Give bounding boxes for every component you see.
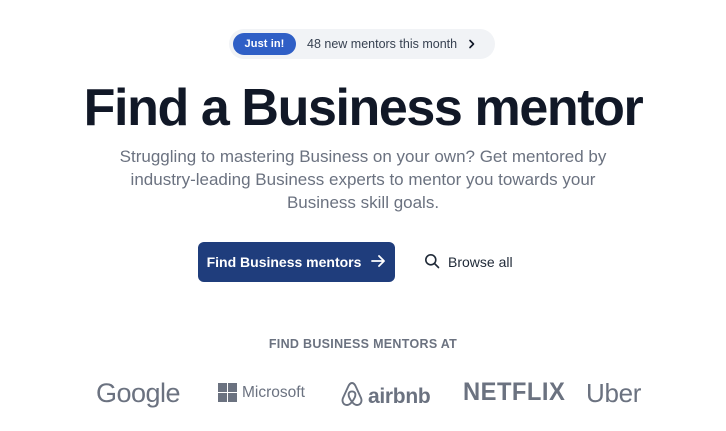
find-mentors-button[interactable]: Find Business mentors — [198, 242, 395, 282]
uber-logo-text: Uber — [586, 378, 642, 408]
microsoft-logo-text: Microsoft — [242, 383, 305, 401]
netflix-logo-text: NETFLIX — [463, 378, 566, 406]
airbnb-belo-icon — [340, 381, 364, 413]
google-logo-text: Google — [96, 378, 181, 408]
airbnb-logo: airbnb — [340, 381, 431, 413]
browse-all-button[interactable]: Browse all — [418, 242, 528, 282]
page-subtitle: Struggling to mastering Business on your… — [119, 147, 607, 212]
microsoft-grid-icon — [218, 383, 237, 402]
search-icon — [424, 253, 440, 272]
arrow-right-icon — [371, 254, 386, 271]
microsoft-logo: Microsoft — [218, 383, 305, 402]
announcement-text: 48 new mentors this month — [307, 37, 458, 51]
browse-all-label: Browse all — [448, 254, 513, 270]
page-title: Find a Business mentor — [83, 79, 644, 137]
google-logo: Google — [96, 378, 181, 409]
announcement-pill[interactable]: Just in! 48 new mentors this month — [229, 29, 495, 59]
uber-logo: Uber — [586, 378, 641, 409]
just-in-badge: Just in! — [233, 33, 296, 55]
companies-heading: FIND BUSINESS MENTORS AT — [268, 337, 458, 351]
airbnb-logo-text: airbnb — [368, 385, 431, 408]
chevron-right-icon — [467, 39, 477, 49]
netflix-logo: NETFLIX — [463, 378, 565, 407]
find-mentors-label: Find Business mentors — [206, 254, 362, 270]
